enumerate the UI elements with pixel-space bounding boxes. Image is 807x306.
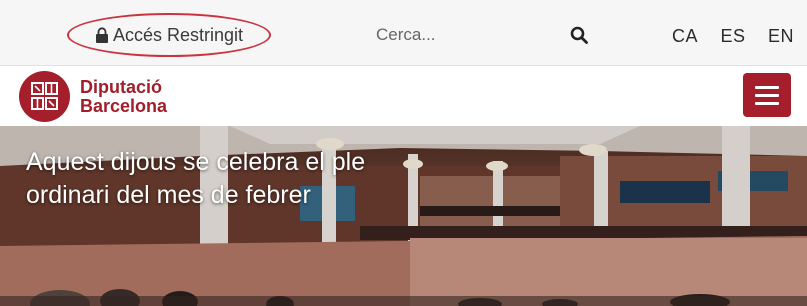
hero-headline[interactable]: Aquest dijous se celebra el ple ordinari… <box>26 146 426 212</box>
lang-en[interactable]: EN <box>768 26 794 47</box>
menu-bar-icon <box>755 93 779 97</box>
search-box <box>360 18 592 52</box>
lang-es[interactable]: ES <box>720 26 745 47</box>
menu-bar-icon <box>755 101 779 105</box>
diputacio-logo-icon <box>19 71 70 122</box>
utility-bar: Accés Restringit CA ES EN <box>0 0 807 66</box>
brand-home-link[interactable]: Diputació Barcelona <box>19 71 167 122</box>
lock-icon <box>95 27 108 43</box>
restricted-access-link[interactable]: Accés Restringit <box>67 13 271 57</box>
language-switcher: CA ES EN <box>672 22 794 50</box>
hero-banner[interactable]: Aquest dijous se celebra el ple ordinari… <box>0 126 807 306</box>
search-button[interactable] <box>566 22 592 48</box>
brand-wordmark: Diputació Barcelona <box>80 76 168 116</box>
search-input[interactable] <box>360 25 540 45</box>
search-icon <box>570 26 588 44</box>
hamburger-menu-button[interactable] <box>743 73 791 117</box>
menu-bar-icon <box>755 85 779 89</box>
site-header: Diputació Barcelona <box>0 66 807 126</box>
brand-line-1: Diputació <box>80 76 163 97</box>
restricted-access-label: Accés Restringit <box>112 24 244 45</box>
brand-line-2: Barcelona <box>80 95 168 116</box>
lang-ca[interactable]: CA <box>672 26 698 47</box>
